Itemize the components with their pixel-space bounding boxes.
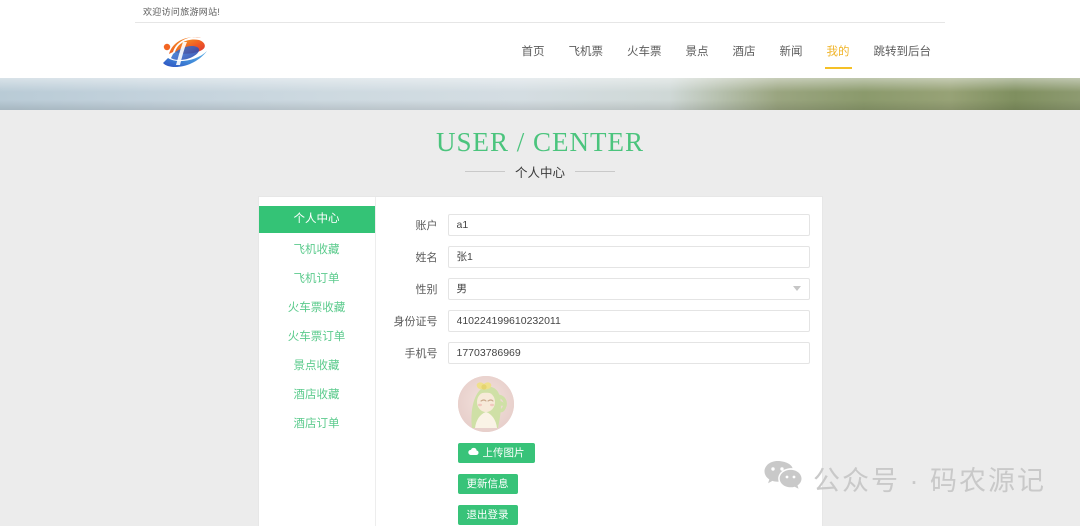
gender-selected-value: 男	[456, 283, 468, 296]
form-row-id-card: 身份证号	[376, 309, 810, 332]
top-welcome-bar: 欢迎访问旅游网站!	[0, 0, 1080, 23]
user-center-sidebar: 个人中心 飞机收藏 飞机订单 火车票收藏 火车票订单 景点收藏 酒店收藏 酒店订…	[258, 196, 376, 526]
page-title-en: USER / CENTER	[435, 127, 644, 157]
nav-item-hotels[interactable]: 酒店	[721, 39, 768, 63]
chevron-down-icon	[792, 286, 801, 292]
sidebar-item-hotel-favorites[interactable]: 酒店收藏	[259, 383, 375, 408]
sidebar-item-flight-favorites[interactable]: 飞机收藏	[259, 238, 375, 263]
nav-item-train-ticket[interactable]: 火车票	[615, 39, 674, 63]
phone-label: 手机号	[404, 347, 438, 360]
nav-item-flight-ticket[interactable]: 飞机票	[557, 39, 616, 63]
id-card-input[interactable]	[447, 309, 810, 332]
id-card-label: 身份证号	[393, 315, 438, 328]
logout-button[interactable]: 退出登录	[457, 504, 518, 525]
site-header: 首页 飞机票 火车票 景点 酒店 新闻 我的 跳转到后台	[0, 23, 1080, 78]
wechat-watermark: 公众号 · 码农源记	[763, 459, 1046, 498]
form-row-phone: 手机号	[376, 341, 810, 364]
upload-image-button[interactable]: 上传图片	[457, 442, 535, 463]
update-info-label: 更新信息	[466, 478, 509, 491]
watermark-text: 公众号 · 码农源记	[813, 466, 1046, 496]
nav-item-news[interactable]: 新闻	[768, 39, 815, 63]
avatar-and-actions: 上传图片 更新信息 退出登录	[376, 375, 810, 525]
title-rule-right	[575, 170, 615, 172]
avatar[interactable]	[457, 375, 514, 432]
sidebar-item-train-orders[interactable]: 火车票订单	[259, 325, 375, 350]
page-title-cn: 个人中心	[514, 165, 565, 180]
account-label: 账户	[415, 219, 438, 232]
travel-site-logo-icon[interactable]	[149, 30, 221, 72]
user-profile-form: 账户 姓名 性别 男 身份证号 手机号	[376, 197, 822, 526]
cloud-upload-icon	[467, 447, 479, 459]
phone-input[interactable]	[447, 341, 810, 364]
gender-select[interactable]: 男	[447, 277, 810, 300]
title-rule-left	[464, 170, 505, 172]
welcome-text: 欢迎访问旅游网站!	[143, 6, 221, 17]
top-welcome-bar-inner: 欢迎访问旅游网站!	[135, 0, 945, 23]
account-input[interactable]	[447, 213, 810, 236]
sidebar-item-user-center[interactable]: 个人中心	[258, 205, 375, 233]
sidebar-item-hotel-orders[interactable]: 酒店订单	[259, 412, 375, 437]
sidebar-item-attraction-favorites[interactable]: 景点收藏	[259, 354, 375, 379]
site-header-inner: 首页 飞机票 火车票 景点 酒店 新闻 我的 跳转到后台	[135, 23, 945, 78]
hero-banner-image	[0, 78, 1080, 110]
gender-label: 性别	[415, 283, 438, 296]
upload-image-label: 上传图片	[482, 447, 525, 460]
name-input[interactable]	[447, 245, 810, 268]
form-row-account: 账户	[376, 213, 810, 236]
form-row-gender: 性别 男	[376, 277, 810, 300]
sidebar-item-flight-orders[interactable]: 飞机订单	[259, 267, 375, 292]
sidebar-item-train-favorites[interactable]: 火车票收藏	[259, 296, 375, 321]
form-row-name: 姓名	[376, 245, 810, 268]
nav-item-goto-admin[interactable]: 跳转到后台	[862, 39, 944, 63]
user-center-card: 个人中心 飞机收藏 飞机订单 火车票收藏 火车票订单 景点收藏 酒店收藏 酒店订…	[258, 196, 822, 526]
wechat-icon	[763, 459, 803, 498]
page-title-cn-row: 个人中心	[0, 162, 1080, 181]
nav-item-mine[interactable]: 我的	[815, 39, 862, 69]
page-title-block: USER / CENTER 个人中心	[0, 127, 1080, 181]
update-info-button[interactable]: 更新信息	[457, 473, 518, 494]
logout-label: 退出登录	[466, 509, 509, 522]
nav-item-home[interactable]: 首页	[510, 39, 557, 63]
nav-item-attractions[interactable]: 景点	[674, 39, 721, 63]
main-nav: 首页 飞机票 火车票 景点 酒店 新闻 我的 跳转到后台	[510, 39, 944, 69]
name-label: 姓名	[415, 251, 438, 264]
